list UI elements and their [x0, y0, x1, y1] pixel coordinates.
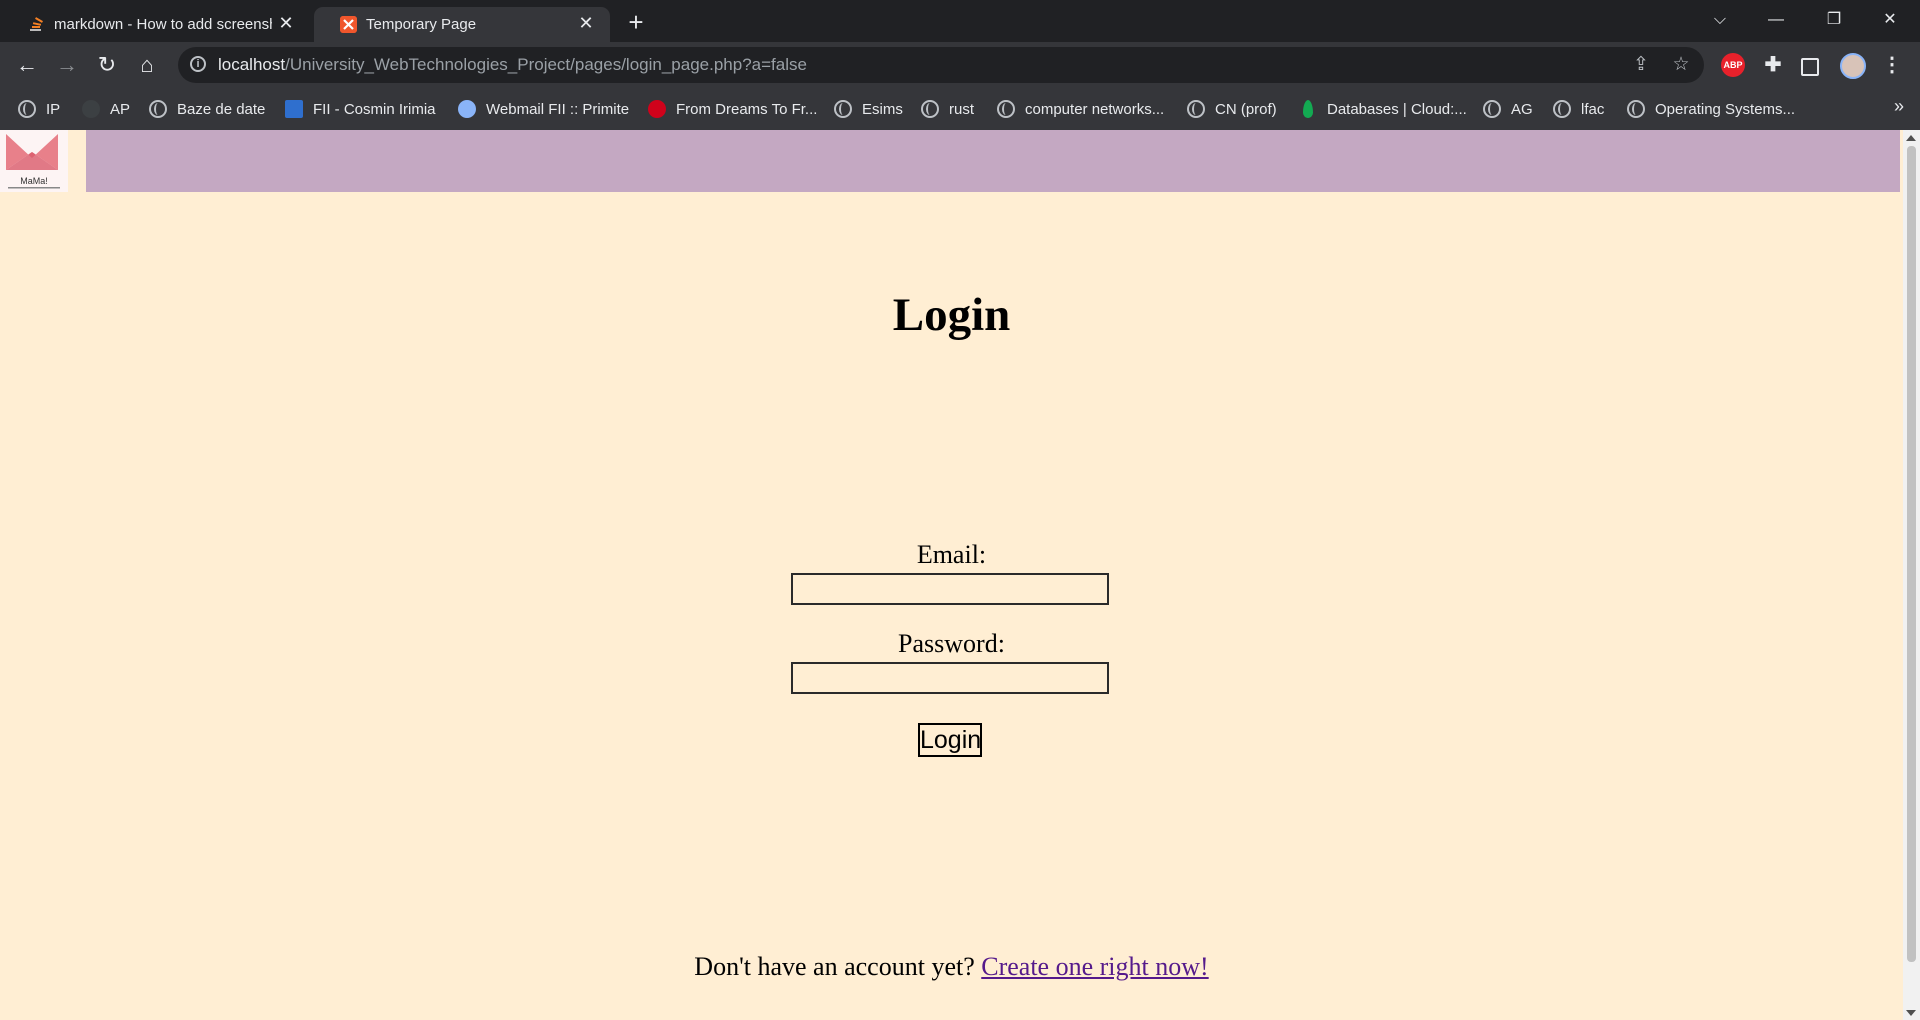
close-tab-icon[interactable]: ✕	[276, 13, 296, 33]
tab-title: Temporary Page	[366, 16, 477, 33]
password-field[interactable]	[791, 662, 1109, 694]
page-title: Login	[892, 289, 1011, 341]
fii-icon	[285, 100, 303, 118]
bookmark-computer-networks[interactable]: computer networks...	[997, 97, 1164, 121]
site-logo[interactable]: MaMa!	[0, 130, 68, 192]
globe-icon	[1483, 100, 1501, 118]
globe-icon	[1627, 100, 1645, 118]
adblock-icon[interactable]: ABP	[1721, 53, 1745, 77]
site-info-icon[interactable]: i	[190, 56, 206, 72]
header-bar	[86, 130, 1900, 192]
reload-icon[interactable]: ↻	[92, 50, 122, 80]
new-tab-button[interactable]: +	[622, 8, 650, 36]
bookmark-operating-systems[interactable]: Operating Systems...	[1627, 97, 1795, 121]
minimize-icon[interactable]: —	[1756, 6, 1796, 34]
scroll-up-arrow-icon[interactable]	[1906, 135, 1916, 141]
restore-icon[interactable]: ❐	[1814, 6, 1854, 34]
mongodb-leaf-icon	[1303, 100, 1313, 118]
extensions-puzzle-icon[interactable]: ✚	[1761, 53, 1785, 77]
mama-logo-icon: MaMa!	[6, 134, 60, 189]
tab-search-chevron-icon[interactable]: ⌵	[1700, 6, 1740, 34]
page-scrollbar[interactable]	[1903, 130, 1920, 1020]
forward-arrow-icon[interactable]: →	[52, 50, 82, 80]
globe-icon	[997, 100, 1015, 118]
red-circle-icon	[648, 100, 666, 118]
home-icon[interactable]: ⌂	[132, 50, 162, 80]
address-bar[interactable]: i localhost/University_WebTechnologies_P…	[178, 47, 1704, 83]
bookmark-webmail[interactable]: Webmail FII :: Primite	[458, 97, 629, 121]
share-icon[interactable]: ⇪	[1630, 54, 1652, 76]
scrollbar-thumb[interactable]	[1907, 146, 1916, 962]
globe-icon	[149, 100, 167, 118]
xampp-icon	[340, 16, 357, 33]
bookmark-cn-prof[interactable]: CN (prof)	[1187, 97, 1277, 121]
login-button[interactable]: Login	[918, 723, 982, 757]
browser-toolbar: ← → ↻ ⌂ i localhost/University_WebTechno…	[0, 42, 1920, 88]
close-tab-icon[interactable]: ✕	[576, 13, 596, 33]
globe-icon	[1187, 100, 1205, 118]
bookmarks-bar: IP AP Baze de date FII - Cosmin Irimia W…	[0, 88, 1920, 130]
tab-markdown[interactable]: markdown - How to add screenshot ✕	[2, 7, 310, 42]
signup-prompt: Don't have an account yet? Create one ri…	[0, 952, 1903, 982]
url-text[interactable]: localhost/University_WebTechnologies_Pro…	[218, 55, 807, 75]
bookmark-fii-cosmin[interactable]: FII - Cosmin Irimia	[285, 97, 436, 121]
ap-icon	[82, 100, 100, 118]
tab-temporary-page[interactable]: Temporary Page ✕	[314, 7, 610, 42]
bookmark-esims[interactable]: Esims	[834, 97, 903, 121]
webmail-icon	[458, 100, 476, 118]
tab-strip: markdown - How to add screenshot ✕ Tempo…	[0, 0, 1920, 42]
page-viewport: MaMa! Login Email: Password: Login Don't…	[0, 130, 1903, 1020]
bookmark-databases-cloud[interactable]: Databases | Cloud:...	[1299, 97, 1467, 121]
password-label: Password:	[898, 629, 1005, 658]
email-field[interactable]	[791, 573, 1109, 605]
globe-icon	[1553, 100, 1571, 118]
bookmark-ag[interactable]: AG	[1483, 97, 1533, 121]
site-header: MaMa!	[0, 130, 1903, 192]
logo-text: MaMa!	[20, 176, 48, 186]
globe-icon	[18, 100, 36, 118]
email-label: Email:	[916, 540, 987, 569]
bookmark-ap[interactable]: AP	[82, 97, 130, 121]
create-account-link[interactable]: Create one right now!	[981, 952, 1208, 981]
bookmark-baze-de-date[interactable]: Baze de date	[149, 97, 265, 121]
side-panel-icon[interactable]	[1801, 58, 1819, 76]
signup-prompt-text: Don't have an account yet?	[694, 952, 975, 981]
stackoverflow-icon	[30, 17, 43, 31]
menu-kebab-icon[interactable]: ⋮	[1880, 53, 1904, 77]
profile-avatar[interactable]	[1840, 53, 1866, 79]
globe-icon	[921, 100, 939, 118]
back-arrow-icon[interactable]: ←	[12, 50, 42, 80]
more-bookmarks-icon[interactable]: »	[1894, 96, 1904, 117]
bookmark-rust[interactable]: rust	[921, 97, 974, 121]
bookmark-ip[interactable]: IP	[18, 97, 60, 121]
close-window-icon[interactable]: ✕	[1870, 6, 1910, 34]
bookmark-from-dreams[interactable]: From Dreams To Fr...	[648, 97, 817, 121]
globe-icon	[834, 100, 852, 118]
scroll-down-arrow-icon[interactable]	[1906, 1010, 1916, 1016]
bookmark-star-icon[interactable]: ☆	[1670, 54, 1692, 76]
tab-title: markdown - How to add screenshot	[54, 16, 272, 33]
bookmark-lfac[interactable]: lfac	[1553, 97, 1604, 121]
